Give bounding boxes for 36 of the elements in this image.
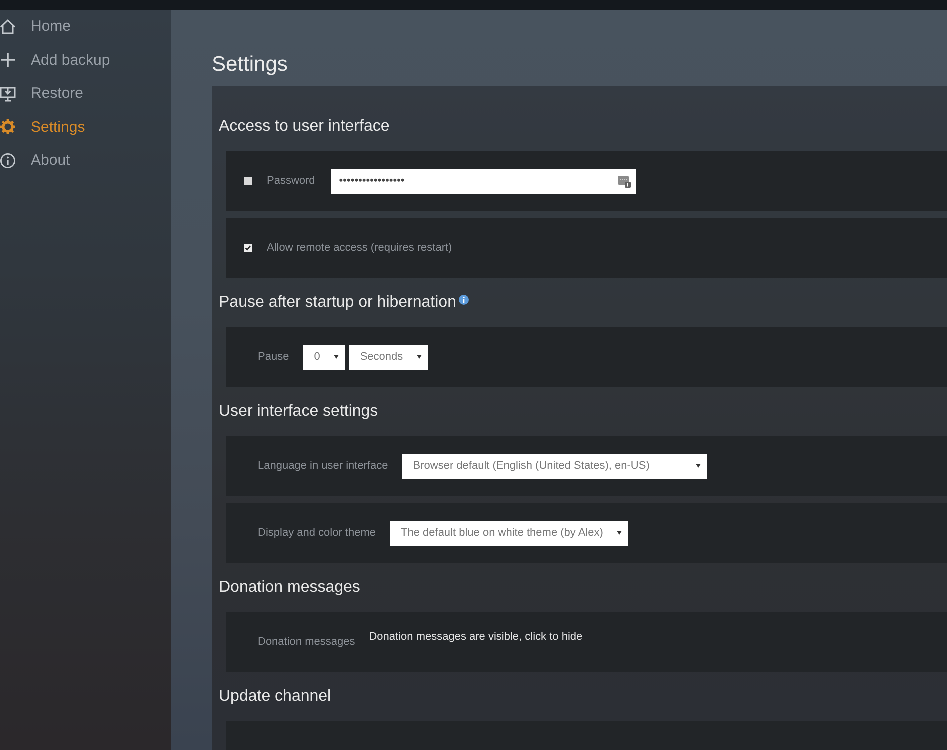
page-title: Settings [212,52,288,78]
dropdown[interactable]: Browser default (English (United States), en-US) [402,454,708,478]
checkbox-label: Allow remote access (requires restart) [267,242,452,254]
donation-toggle-link[interactable]: Donation messages are visible, click to hide [369,631,583,643]
dropdown[interactable]: Seconds [349,344,428,370]
password-field[interactable]: ••••••••••••••••• [331,168,636,194]
section-heading: Access to user interface [219,118,390,136]
section-heading: Pause after startup or hibernation [219,294,456,312]
dropdown[interactable]: The default blue on white theme (by Alex) [390,520,628,546]
home-icon [0,18,16,35]
checkbox[interactable] [244,177,252,185]
monitor-icon [0,86,16,102]
caret-icon [334,355,340,359]
info-icon[interactable] [459,295,470,305]
dropdown[interactable]: 0 [303,344,346,370]
password-key-icon[interactable] [618,174,632,188]
sidebar-item[interactable]: Add backup [0,44,171,77]
checkbox[interactable] [244,244,252,252]
field-label: Language in user interface [258,460,388,472]
sidebar-item[interactable]: Restore [0,77,171,110]
field-label: Display and color theme [258,527,376,539]
section-heading: Update channel [219,688,332,706]
section-heading: User interface settings [219,403,378,421]
caret-icon [617,531,622,535]
field-label: Pause [258,351,290,363]
info-icon [0,152,16,169]
sidebar-item[interactable]: Settings [0,110,171,144]
sidebar-item[interactable]: Home [0,10,171,44]
field-label: Password [267,175,316,187]
sidebar-item[interactable]: About [0,144,171,178]
caret-icon [417,355,422,359]
field-label: Donation messages [258,636,356,648]
plus-icon [0,52,16,68]
settings-icon [0,119,16,136]
caret-icon [696,464,702,468]
section-heading: Donation messages [219,579,360,597]
